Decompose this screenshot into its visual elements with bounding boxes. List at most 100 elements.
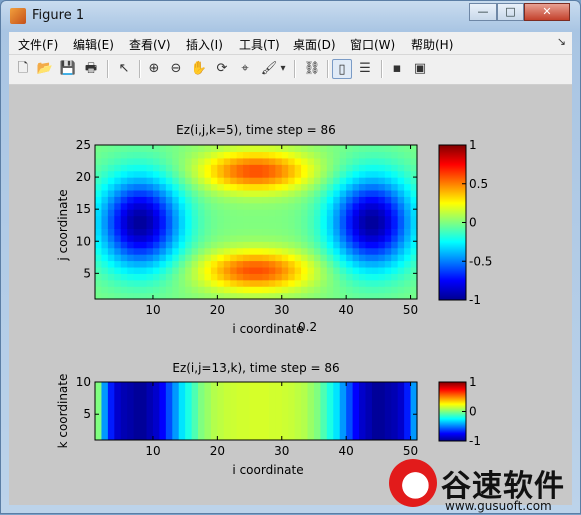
heatmap-top-cell [281,151,289,159]
heatmap-top-cell [178,183,186,191]
heatmap-top-cell [391,151,399,159]
heatmap-top-cell [178,273,186,281]
heatmap-top-cell [230,247,238,255]
heatmap-top-cell [256,222,264,230]
heatmap-top-cell [352,177,360,185]
heatmap-top-cell [146,279,154,287]
heatmap-top-cell [185,247,193,255]
y-tick-label: 20 [76,170,91,184]
heatmap-top-cell [120,234,128,242]
heatmap-top-cell [333,170,341,178]
heatmap-top-cell [326,202,334,210]
heatmap-top-cell [172,189,180,197]
heatmap-top-cell [346,279,354,287]
heatmap-top-cell [152,189,160,197]
heatmap-top-cell [288,266,296,274]
heatmap-top-cell [133,222,141,230]
heatmap-top-cell [198,234,206,242]
heatmap-top-cell [165,151,173,159]
heatmap-top-cell [404,157,412,165]
heatmap-top-cell [249,183,257,191]
heatmap-top-cell [359,260,367,268]
heatmap-top-cell [146,177,154,185]
heatmap-top-cell [152,209,160,217]
heatmap-top-cell [127,189,135,197]
heatmap-top-cell [268,247,276,255]
heatmap-top-cell [262,234,270,242]
heatmap-top-cell [281,189,289,197]
heatmap-top-cell [159,196,167,204]
heatmap-top-cell [346,202,354,210]
heatmap-top-cell [133,209,141,217]
heatmap-top-cell [223,183,231,191]
colorbar-top[interactable] [438,144,467,301]
heatmap-top-cell [307,234,315,242]
heatmap-top-cell [371,183,379,191]
heatmap-bottom-column [114,382,122,440]
heatmap-top-cell [217,170,225,178]
heatmap-top-cell [236,151,244,159]
heatmap-top-cell [198,222,206,230]
heatmap-top-cell [371,247,379,255]
heatmap-top-cell [217,157,225,165]
heatmap-top-cell [320,164,328,172]
heatmap-top-cell [378,247,386,255]
heatmap-top-cell [217,234,225,242]
heatmap-top-cell [371,234,379,242]
heatmap-top-cell [307,241,315,249]
heatmap-top-cell [107,164,115,172]
heatmap-top-cell [236,189,244,197]
heatmap-top-cell [159,241,167,249]
heatmap-top-cell [159,164,167,172]
heatmap-top-cell [101,228,109,236]
heatmap-top-cell [391,183,399,191]
heatmap-top-cell [230,196,238,204]
heatmap-top-cell [185,157,193,165]
heatmap-top-cell [301,189,309,197]
heatmap-top-cell [371,254,379,262]
heatmap-top-cell [152,260,160,268]
heatmap-top-cell [107,241,115,249]
heatmap-top-cell [281,286,289,294]
heatmap-top-cell [262,157,270,165]
heatmap-top-cell [281,145,289,153]
heatmap-top-cell [359,286,367,294]
heatmap-top-cell [288,196,296,204]
heatmap-top-cell [140,247,148,255]
heatmap-top-cell [281,157,289,165]
heatmap-top-cell [268,215,276,223]
heatmap-top-cell [101,247,109,255]
heatmap-top-cell [404,241,412,249]
heatmap-top-cell [140,228,148,236]
heatmap-top-cell [236,196,244,204]
heatmap-top-cell [378,286,386,294]
heatmap-top-cell [114,151,122,159]
heatmap-top-cell [114,286,122,294]
heatmap-top-cell [249,222,257,230]
heatmap-top-cell [127,247,135,255]
heatmap-top-cell [152,151,160,159]
heatmap-top-cell [307,183,315,191]
heatmap-top-cell [307,196,315,204]
heatmap-top-cell [185,189,193,197]
heatmap-top-cell [320,260,328,268]
heatmap-top-cell [326,254,334,262]
colorbar-bottom[interactable] [438,381,467,442]
heatmap-top-cell [294,145,302,153]
heatmap-top-cell [236,260,244,268]
heatmap-top-cell [204,260,212,268]
heatmap-top-cell [191,279,199,287]
heatmap-top-cell [365,189,373,197]
heatmap-top-cell [256,151,264,159]
heatmap-top-cell [114,189,122,197]
axes-top-ylabel: j coordinate [56,189,70,261]
heatmap-top-cell [326,260,334,268]
heatmap-top-cell [313,183,321,191]
heatmap-top-cell [178,286,186,294]
x-tick-label: 50 [403,303,418,317]
colorbar-top-ticks: 1 0.5 0 -0.5 -1 [462,138,492,307]
heatmap-top-cell [307,260,315,268]
heatmap-top-cell [384,170,392,178]
heatmap-top-cell [384,247,392,255]
heatmap-top-cell [133,145,141,153]
